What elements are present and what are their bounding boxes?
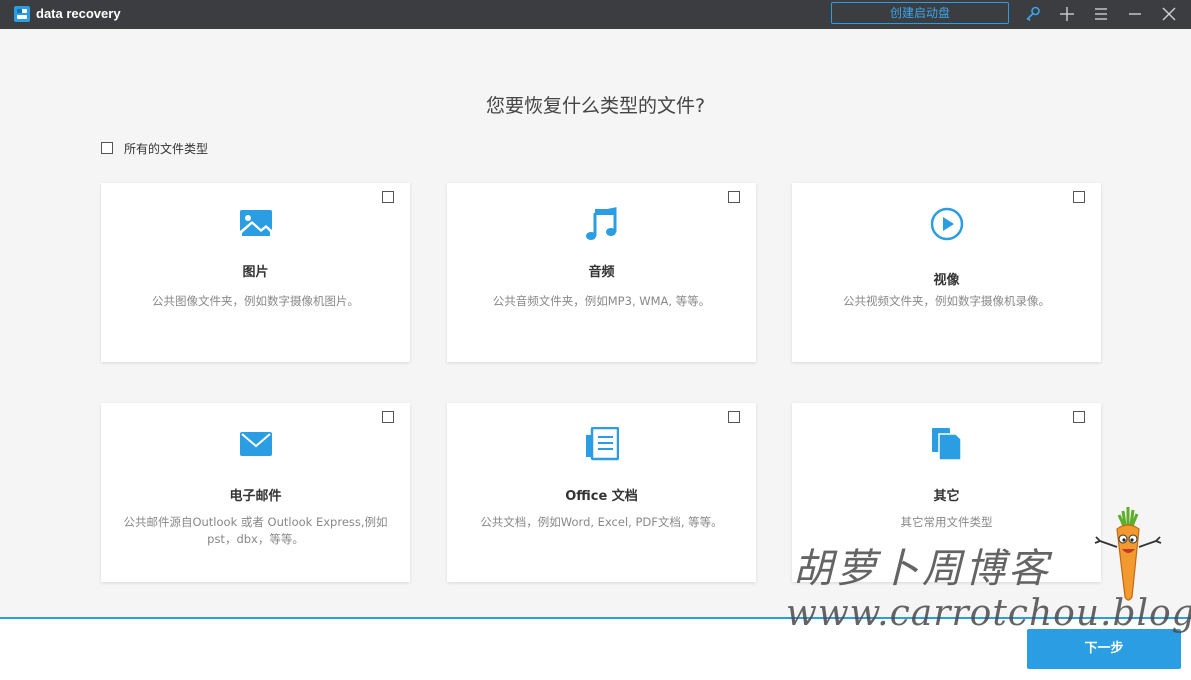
card-audio-checkbox[interactable] [728, 191, 740, 203]
card-office-documents-checkbox[interactable] [728, 411, 740, 423]
all-file-types-option[interactable]: 所有的文件类型 [101, 140, 208, 156]
card-office-documents[interactable]: Office 文档 公共文档，例如Word, Excel, PDF文档, 等等。 [447, 403, 756, 582]
page-heading: 您要恢复什么类型的文件? [485, 95, 706, 117]
app-logo-icon [14, 6, 30, 22]
create-boot-disk-button[interactable]: 创建启动盘 [831, 2, 1009, 24]
close-icon[interactable] [1160, 5, 1178, 23]
card-audio-desc: 公共音频文件夹，例如MP3, WMA, 等等。 [492, 294, 711, 308]
card-images-desc: 公共图像文件夹，例如数字摄像机图片。 [152, 294, 359, 308]
minimize-icon[interactable] [1126, 5, 1144, 23]
card-audio-title: 音频 [588, 265, 615, 280]
watermark-title: 胡萝卜周博客 [793, 546, 1051, 592]
all-file-types-label: 所有的文件类型 [124, 141, 209, 156]
music-note-icon [585, 207, 616, 240]
plus-icon[interactable] [1058, 5, 1076, 23]
play-circle-icon [930, 207, 963, 241]
menu-icon[interactable] [1092, 5, 1110, 23]
card-images-title: 图片 [242, 265, 269, 280]
card-email[interactable]: 电子邮件 公共邮件源自Outlook 或者 Outlook Express,例如… [101, 403, 410, 582]
card-video-checkbox[interactable] [1073, 191, 1085, 203]
card-audio[interactable]: 音频 公共音频文件夹，例如MP3, WMA, 等等。 [447, 183, 756, 362]
all-file-types-checkbox[interactable] [101, 142, 113, 154]
card-email-title: 电子邮件 [229, 489, 282, 504]
app-title: data recovery [36, 6, 121, 21]
card-email-checkbox[interactable] [382, 411, 394, 423]
card-email-desc: 公共邮件源自Outlook 或者 Outlook Express,例如pst，d… [123, 515, 388, 546]
next-step-button[interactable]: 下一步 [1027, 629, 1181, 669]
document-icon [585, 427, 619, 461]
card-images-checkbox[interactable] [382, 191, 394, 203]
card-other-files-desc: 其它常用文件类型 [900, 515, 993, 529]
card-office-documents-desc: 公共文档，例如Word, Excel, PDF文档, 等等。 [480, 515, 723, 529]
card-other-files-title: 其它 [933, 489, 960, 504]
files-icon [931, 428, 962, 461]
card-office-documents-title: Office 文档 [565, 489, 638, 504]
card-video-title: 视像 [933, 273, 960, 288]
card-video-desc: 公共视频文件夹，例如数字摄像机录像。 [843, 294, 1050, 308]
card-video[interactable]: 视像 公共视频文件夹，例如数字摄像机录像。 [792, 183, 1101, 362]
key-icon[interactable] [1024, 5, 1042, 23]
image-icon [239, 210, 272, 238]
envelope-icon [239, 432, 272, 456]
card-images[interactable]: 图片 公共图像文件夹，例如数字摄像机图片。 [101, 183, 410, 362]
card-other-files-checkbox[interactable] [1073, 411, 1085, 423]
carrot-mascot-icon [1094, 507, 1162, 601]
main-panel: 您要恢复什么类型的文件? 所有的文件类型 图片 公共图像文件夹，例如数字摄像机图… [1, 29, 1190, 618]
title-bar: data recovery 创建启动盘 [0, 0, 1191, 29]
